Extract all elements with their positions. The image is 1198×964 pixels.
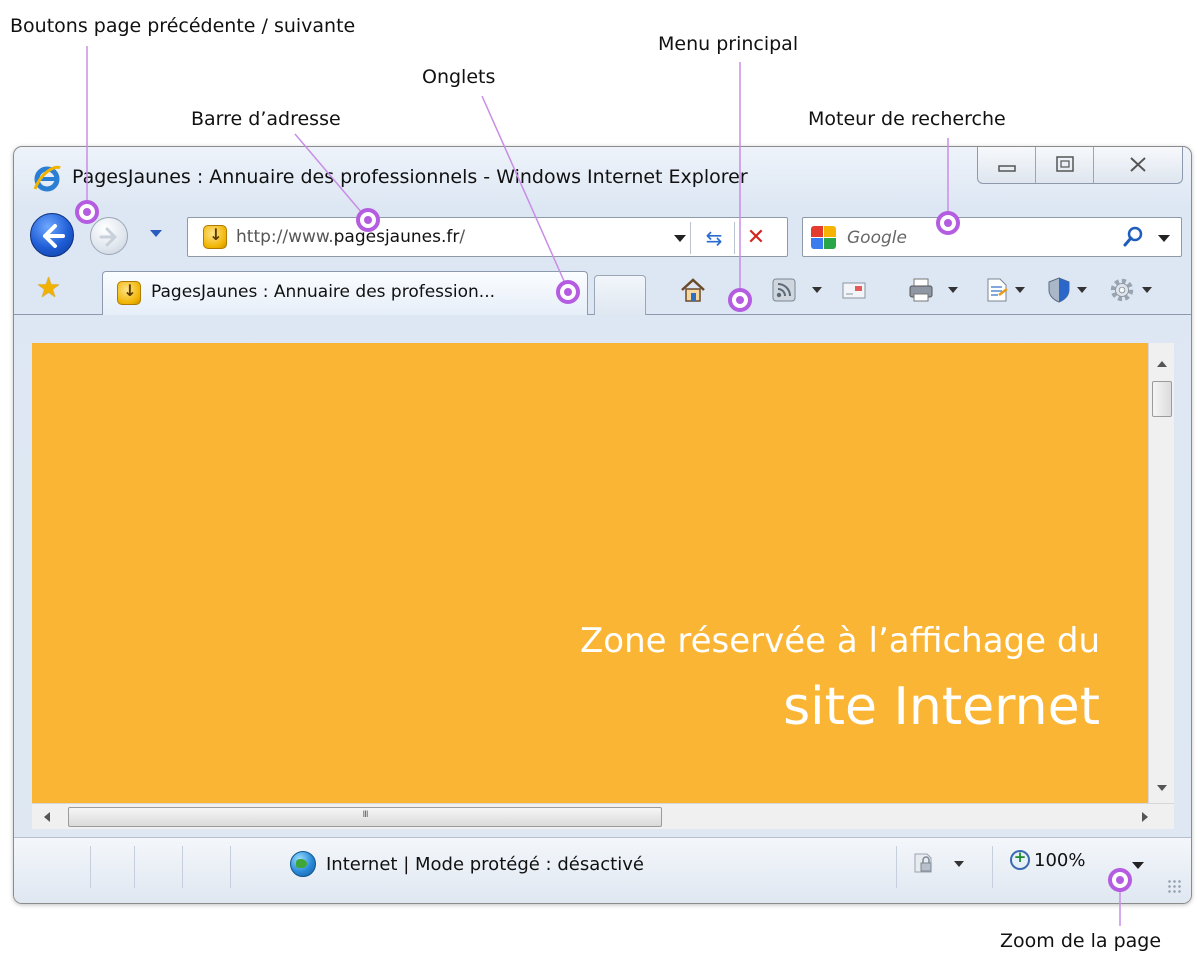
address-bar[interactable]: http://www.pagesjaunes.fr/ ⇆ ✕: [187, 217, 788, 257]
forward-button[interactable]: [90, 217, 128, 255]
address-url[interactable]: http://www.pagesjaunes.fr/: [236, 227, 465, 247]
maximize-button[interactable]: [1036, 147, 1094, 183]
safety-dropdown[interactable]: [1077, 287, 1087, 293]
annotation-main-menu: Menu principal: [658, 33, 799, 55]
protected-mode-icon[interactable]: [910, 850, 936, 876]
ie-logo-icon: [33, 165, 61, 192]
home-icon[interactable]: [678, 275, 708, 305]
back-button[interactable]: [30, 213, 74, 257]
status-separator: [992, 846, 993, 888]
annotation-page-zoom: Zoom de la page: [1000, 930, 1162, 952]
back-arrow-icon: [43, 224, 65, 248]
globe-icon: [290, 851, 316, 877]
annotation-search-engine: Moteur de recherche: [808, 108, 1006, 130]
minimize-icon: [998, 165, 1016, 172]
security-zone-status[interactable]: Internet | Mode protégé : désactivé: [326, 854, 644, 875]
protected-mode-dropdown[interactable]: [954, 861, 964, 867]
content-caption-line1: Zone réservée à l’affichage du: [579, 621, 1100, 661]
zoom-icon: [1010, 848, 1030, 870]
page-dropdown[interactable]: [1015, 287, 1025, 293]
search-providers-dropdown[interactable]: [1158, 235, 1170, 242]
print-icon[interactable]: [906, 275, 936, 305]
rss-dropdown[interactable]: [812, 287, 822, 293]
address-separator: [690, 222, 691, 254]
rss-feed-icon[interactable]: [770, 275, 798, 305]
tab-title: PagesJaunes : Annuaire des profession...: [151, 282, 496, 302]
horizontal-scrollbar[interactable]: [32, 803, 1174, 829]
browser-window: PagesJaunes : Annuaire des professionnel…: [13, 146, 1192, 904]
status-separator: [182, 846, 183, 888]
favorites-star-icon[interactable]: ★: [36, 274, 61, 302]
content-caption-line2: site Internet: [783, 677, 1100, 737]
address-separator: [734, 222, 735, 254]
annotation-nav-buttons: Boutons page précédente / suivante: [10, 15, 356, 37]
forward-arrow-icon: [99, 227, 117, 247]
recent-pages-dropdown[interactable]: [150, 230, 162, 237]
minimize-button[interactable]: [978, 147, 1036, 183]
annotation-tabs: Onglets: [422, 66, 496, 88]
annotation-address-bar: Barre d’adresse: [191, 108, 341, 130]
status-separator: [230, 846, 231, 888]
status-bar: Internet | Mode protégé : désactivé 100%: [14, 837, 1191, 903]
security-site-icon: [203, 225, 228, 249]
tab-row: ★ PagesJaunes : Annuaire des profession.…: [14, 263, 1191, 315]
maximize-icon: [1056, 156, 1074, 172]
navigation-row: http://www.pagesjaunes.fr/ ⇆ ✕: [14, 205, 1191, 263]
zoom-level[interactable]: 100%: [1034, 850, 1085, 871]
vertical-scroll-thumb[interactable]: [1152, 381, 1172, 417]
search-input[interactable]: [847, 225, 1097, 251]
zoom-dropdown[interactable]: [1132, 862, 1144, 869]
mail-icon[interactable]: [839, 275, 869, 305]
status-separator: [90, 846, 91, 888]
scroll-left-arrow-icon[interactable]: [44, 812, 50, 822]
search-box[interactable]: [802, 217, 1182, 257]
search-icon: [1123, 226, 1143, 247]
scroll-up-arrow-icon[interactable]: [1157, 361, 1167, 367]
page-content-area[interactable]: Zone réservée à l’affichage du site Inte…: [32, 343, 1148, 803]
search-button[interactable]: [1121, 224, 1145, 250]
refresh-icon: ⇆: [705, 226, 723, 250]
scroll-down-arrow-icon[interactable]: [1157, 785, 1167, 791]
horizontal-scroll-thumb[interactable]: [68, 807, 662, 827]
tools-dropdown[interactable]: [1142, 287, 1152, 293]
window-controls: [977, 147, 1183, 184]
tab-pagesjaunes[interactable]: PagesJaunes : Annuaire des profession...: [102, 271, 588, 315]
google-icon: [811, 226, 837, 250]
address-dropdown[interactable]: [674, 235, 686, 242]
scroll-right-arrow-icon[interactable]: [1142, 812, 1148, 822]
page-icon[interactable]: [982, 275, 1012, 305]
close-button[interactable]: [1094, 147, 1182, 183]
status-separator: [134, 846, 135, 888]
refresh-button[interactable]: ⇆: [696, 222, 732, 254]
print-dropdown[interactable]: [948, 287, 958, 293]
tools-gear-icon[interactable]: [1106, 275, 1138, 305]
new-tab-button[interactable]: [594, 275, 646, 315]
title-bar: PagesJaunes : Annuaire des professionnel…: [14, 147, 1191, 205]
window-title: PagesJaunes : Annuaire des professionnel…: [72, 166, 748, 188]
resize-grip[interactable]: [1167, 879, 1181, 893]
safety-icon[interactable]: [1044, 275, 1074, 305]
vertical-scrollbar[interactable]: [1148, 343, 1174, 803]
tab-favicon-icon: [117, 281, 142, 305]
stop-button[interactable]: ✕: [738, 222, 774, 254]
status-separator: [896, 846, 897, 888]
close-icon: [1130, 157, 1146, 172]
stop-icon: ✕: [746, 225, 766, 250]
